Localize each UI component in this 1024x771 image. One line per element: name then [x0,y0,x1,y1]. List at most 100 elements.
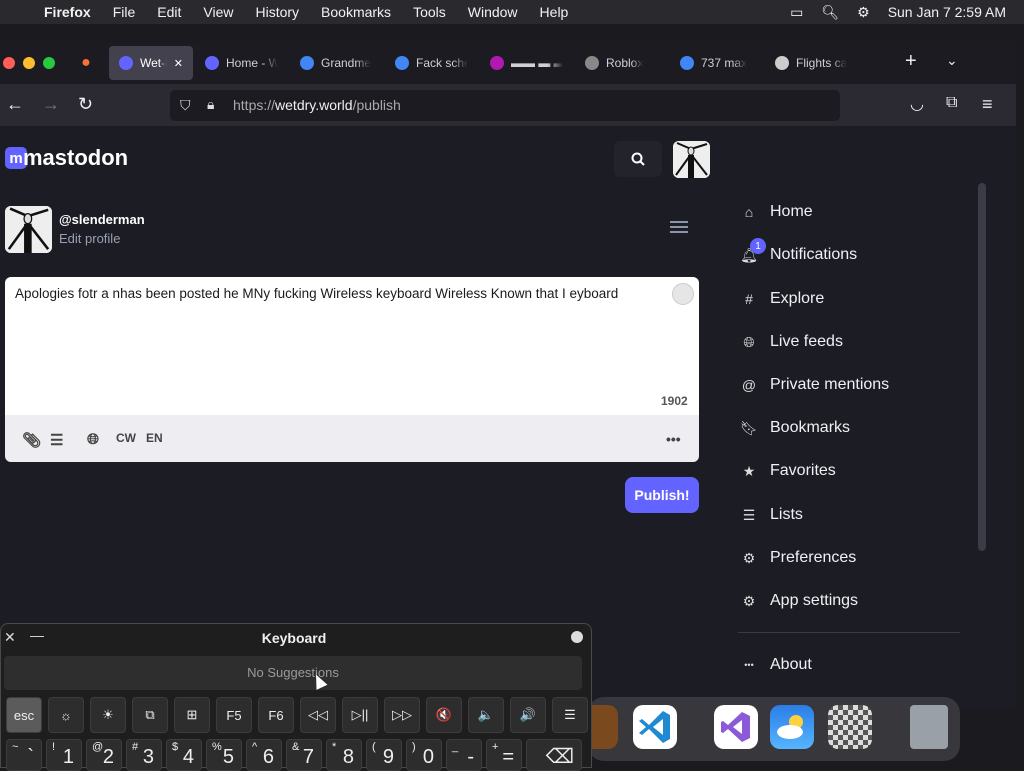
fkey-10[interactable]: 🔇 [426,697,462,733]
fkey-2[interactable]: ☀ [90,697,126,733]
chess-icon[interactable] [828,705,872,749]
fkey-13[interactable]: ☰ [552,697,588,733]
tab-1[interactable]: Home - W [195,46,288,80]
nav-item-lists[interactable]: ☰ Lists [740,500,803,530]
number-key-8[interactable]: * 8 [326,739,362,771]
keyboard-options-icon[interactable] [571,631,583,643]
menu-history[interactable]: History [255,4,299,20]
tracking-protection-icon[interactable]: ⛉ [180,97,191,114]
tab-7[interactable]: Flights ca [765,46,858,80]
compose-menu-icon[interactable] [670,221,688,236]
fkey-9[interactable]: ▷▷ [384,697,420,733]
publish-button[interactable]: Publish! [625,477,699,513]
menubar-clock[interactable]: Sun Jan 7 2:59 AM [888,4,1006,20]
tab-0[interactable]: Wet-Dr ✕ [109,46,193,80]
menu-help[interactable]: Help [540,4,569,20]
fkey-8[interactable]: ▷|| [342,697,378,733]
close-tab-icon[interactable]: ✕ [174,57,183,70]
emoji-picker-icon[interactable] [672,283,694,305]
menu-app-name[interactable]: Firefox [44,4,91,20]
list-all-tabs-icon[interactable]: ⌄ [946,52,958,69]
trash-icon[interactable] [910,705,948,749]
forward-icon[interactable]: → [42,94,60,115]
url-text[interactable]: https://wetdry.world/publish [233,97,401,113]
tab-2[interactable]: Grandme [290,46,383,80]
hashtag-icon: # [745,291,753,307]
nav-item-explore[interactable]: # Explore [740,284,824,314]
fkey-3[interactable]: ⧉ [132,697,168,733]
vscode-icon[interactable] [633,705,677,749]
number-key-6[interactable]: ^ 6 [246,739,282,771]
menu-view[interactable]: View [203,4,233,20]
tab-6[interactable]: 737 max [670,46,763,80]
weather-icon[interactable] [770,705,814,749]
nav-item-app-settings[interactable]: ⚙︎ App settings [740,586,858,616]
menu-edit[interactable]: Edit [157,4,181,20]
number-key-3[interactable]: #3 [126,739,162,771]
content-warning-button[interactable]: CW [116,431,136,445]
attach-media-icon[interactable]: 📎︎ [22,431,41,449]
minimize-window-icon[interactable] [23,57,35,69]
fkey-12[interactable]: 🔊 [510,697,546,733]
extensions-icon[interactable]: ⧉ [946,94,957,112]
firefox-view-icon[interactable]: ● [69,54,103,72]
app-menu-icon[interactable]: ≡ [982,94,993,115]
number-key-10[interactable]: ) 0 [406,739,442,771]
number-key-7[interactable]: & 7 [286,739,322,771]
nav-item-about[interactable]: ••• About [740,650,812,680]
back-icon[interactable]: ← [6,94,24,115]
profile-handle[interactable]: @slenderman [59,212,145,227]
tab-3[interactable]: Fack sche [385,46,478,80]
new-tab-icon[interactable]: + [905,50,917,73]
menu-tools[interactable]: Tools [413,4,446,20]
screen-mirror-icon[interactable]: ▭ [790,4,803,21]
visibility-globe-icon[interactable]: 🌐︎ [87,431,99,448]
zoom-window-icon[interactable] [43,57,55,69]
number-key-13[interactable]: ⌫ [526,739,582,771]
nav-item-bookmarks[interactable]: 🔖︎ Bookmarks [740,413,850,443]
tab-4[interactable]: ▬▬ ▬ ▬ [480,46,573,80]
header-avatar[interactable] [673,141,710,178]
number-key-12[interactable]: + = [486,739,522,771]
number-key-11[interactable]: _ - [446,739,482,771]
number-key-2[interactable]: @2 [86,739,122,771]
fkey-1[interactable]: ☼ [48,697,84,733]
mastodon-logo[interactable]: m mastodon [5,145,128,171]
nav-item-preferences[interactable]: ⚙︎ Preferences [740,543,857,573]
edit-profile-link[interactable]: Edit profile [59,231,120,246]
visual-studio-icon[interactable] [714,705,758,749]
poll-icon[interactable]: ☰ [50,431,63,449]
number-key-1[interactable]: ! 1 [46,739,82,771]
fkey-11[interactable]: 🔈 [468,697,504,733]
page-scrollbar[interactable] [978,183,986,551]
language-button[interactable]: EN [146,431,163,445]
compose-text[interactable]: Apologies fotr a nhas been posted he MNy… [15,286,665,301]
fkey-4[interactable]: ⊞ [174,697,210,733]
close-window-icon[interactable] [3,57,15,69]
fkey-7[interactable]: ◁◁ [300,697,336,733]
fkey-5[interactable]: F5 [216,697,252,733]
lock-icon[interactable]: 🔒︎ [207,96,214,113]
search-button[interactable] [614,141,662,177]
pocket-icon[interactable]: ◡ [910,94,924,114]
tab-5[interactable]: Roblox [575,46,668,80]
nav-item-favorites[interactable]: ★ Favorites [740,456,836,486]
nav-item-private-mentions[interactable]: @ Private mentions [740,370,889,400]
fkey-0[interactable]: esc [6,697,42,733]
number-key-4[interactable]: $4 [166,739,202,771]
menu-bookmarks[interactable]: Bookmarks [321,4,391,20]
more-options-icon[interactable]: ••• [666,431,681,447]
menu-file[interactable]: File [113,4,136,20]
menu-window[interactable]: Window [468,4,518,20]
nav-item-home[interactable]: ⌂ Home [740,197,813,227]
number-key-0[interactable]: ~ ` [6,739,42,771]
number-key-9[interactable]: (9 [366,739,402,771]
control-center-icon[interactable]: ⚙︎ [857,4,870,21]
profile-avatar[interactable] [5,206,52,253]
number-key-5[interactable]: % 5 [206,739,242,771]
reload-icon[interactable]: ↻ [78,94,93,115]
guitar-app-icon[interactable] [588,705,618,749]
nav-item-live-feeds[interactable]: 🌐︎ Live feeds [740,327,843,357]
spotlight-icon[interactable]: 🔍︎ [821,4,839,21]
fkey-6[interactable]: F6 [258,697,294,733]
